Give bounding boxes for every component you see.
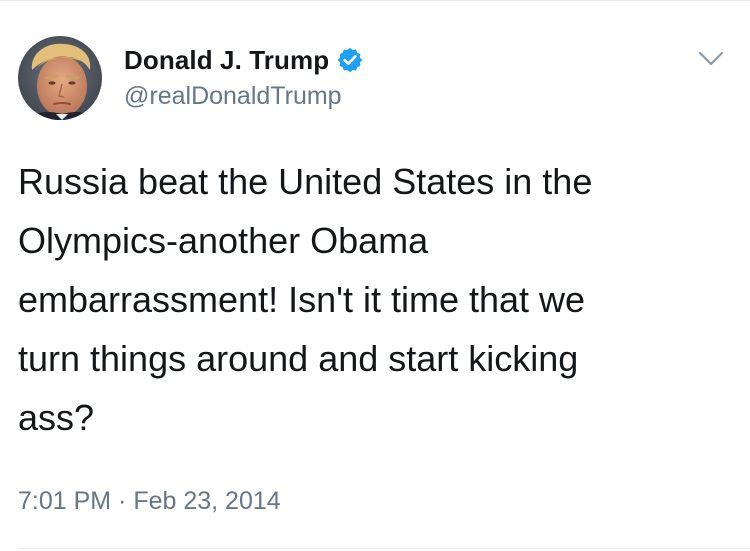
author-handle[interactable]: @realDonaldTrump xyxy=(124,82,342,111)
author-display-name[interactable]: Donald J. Trump xyxy=(124,45,329,76)
profile-photo-icon xyxy=(18,36,102,120)
tweet-timestamp[interactable]: 7:01 PM · Feb 23, 2014 xyxy=(18,487,281,516)
chevron-down-icon[interactable] xyxy=(694,46,728,72)
tweet-card: Donald J. Trump @realDonaldTrump Russia … xyxy=(0,0,750,551)
tweet-text: Russia beat the United States in the Oly… xyxy=(18,161,593,438)
avatar[interactable] xyxy=(18,36,102,120)
bottom-divider xyxy=(18,548,750,549)
author-name-row[interactable]: Donald J. Trump xyxy=(124,44,364,76)
verified-badge-icon xyxy=(336,46,364,74)
top-divider xyxy=(0,0,750,1)
